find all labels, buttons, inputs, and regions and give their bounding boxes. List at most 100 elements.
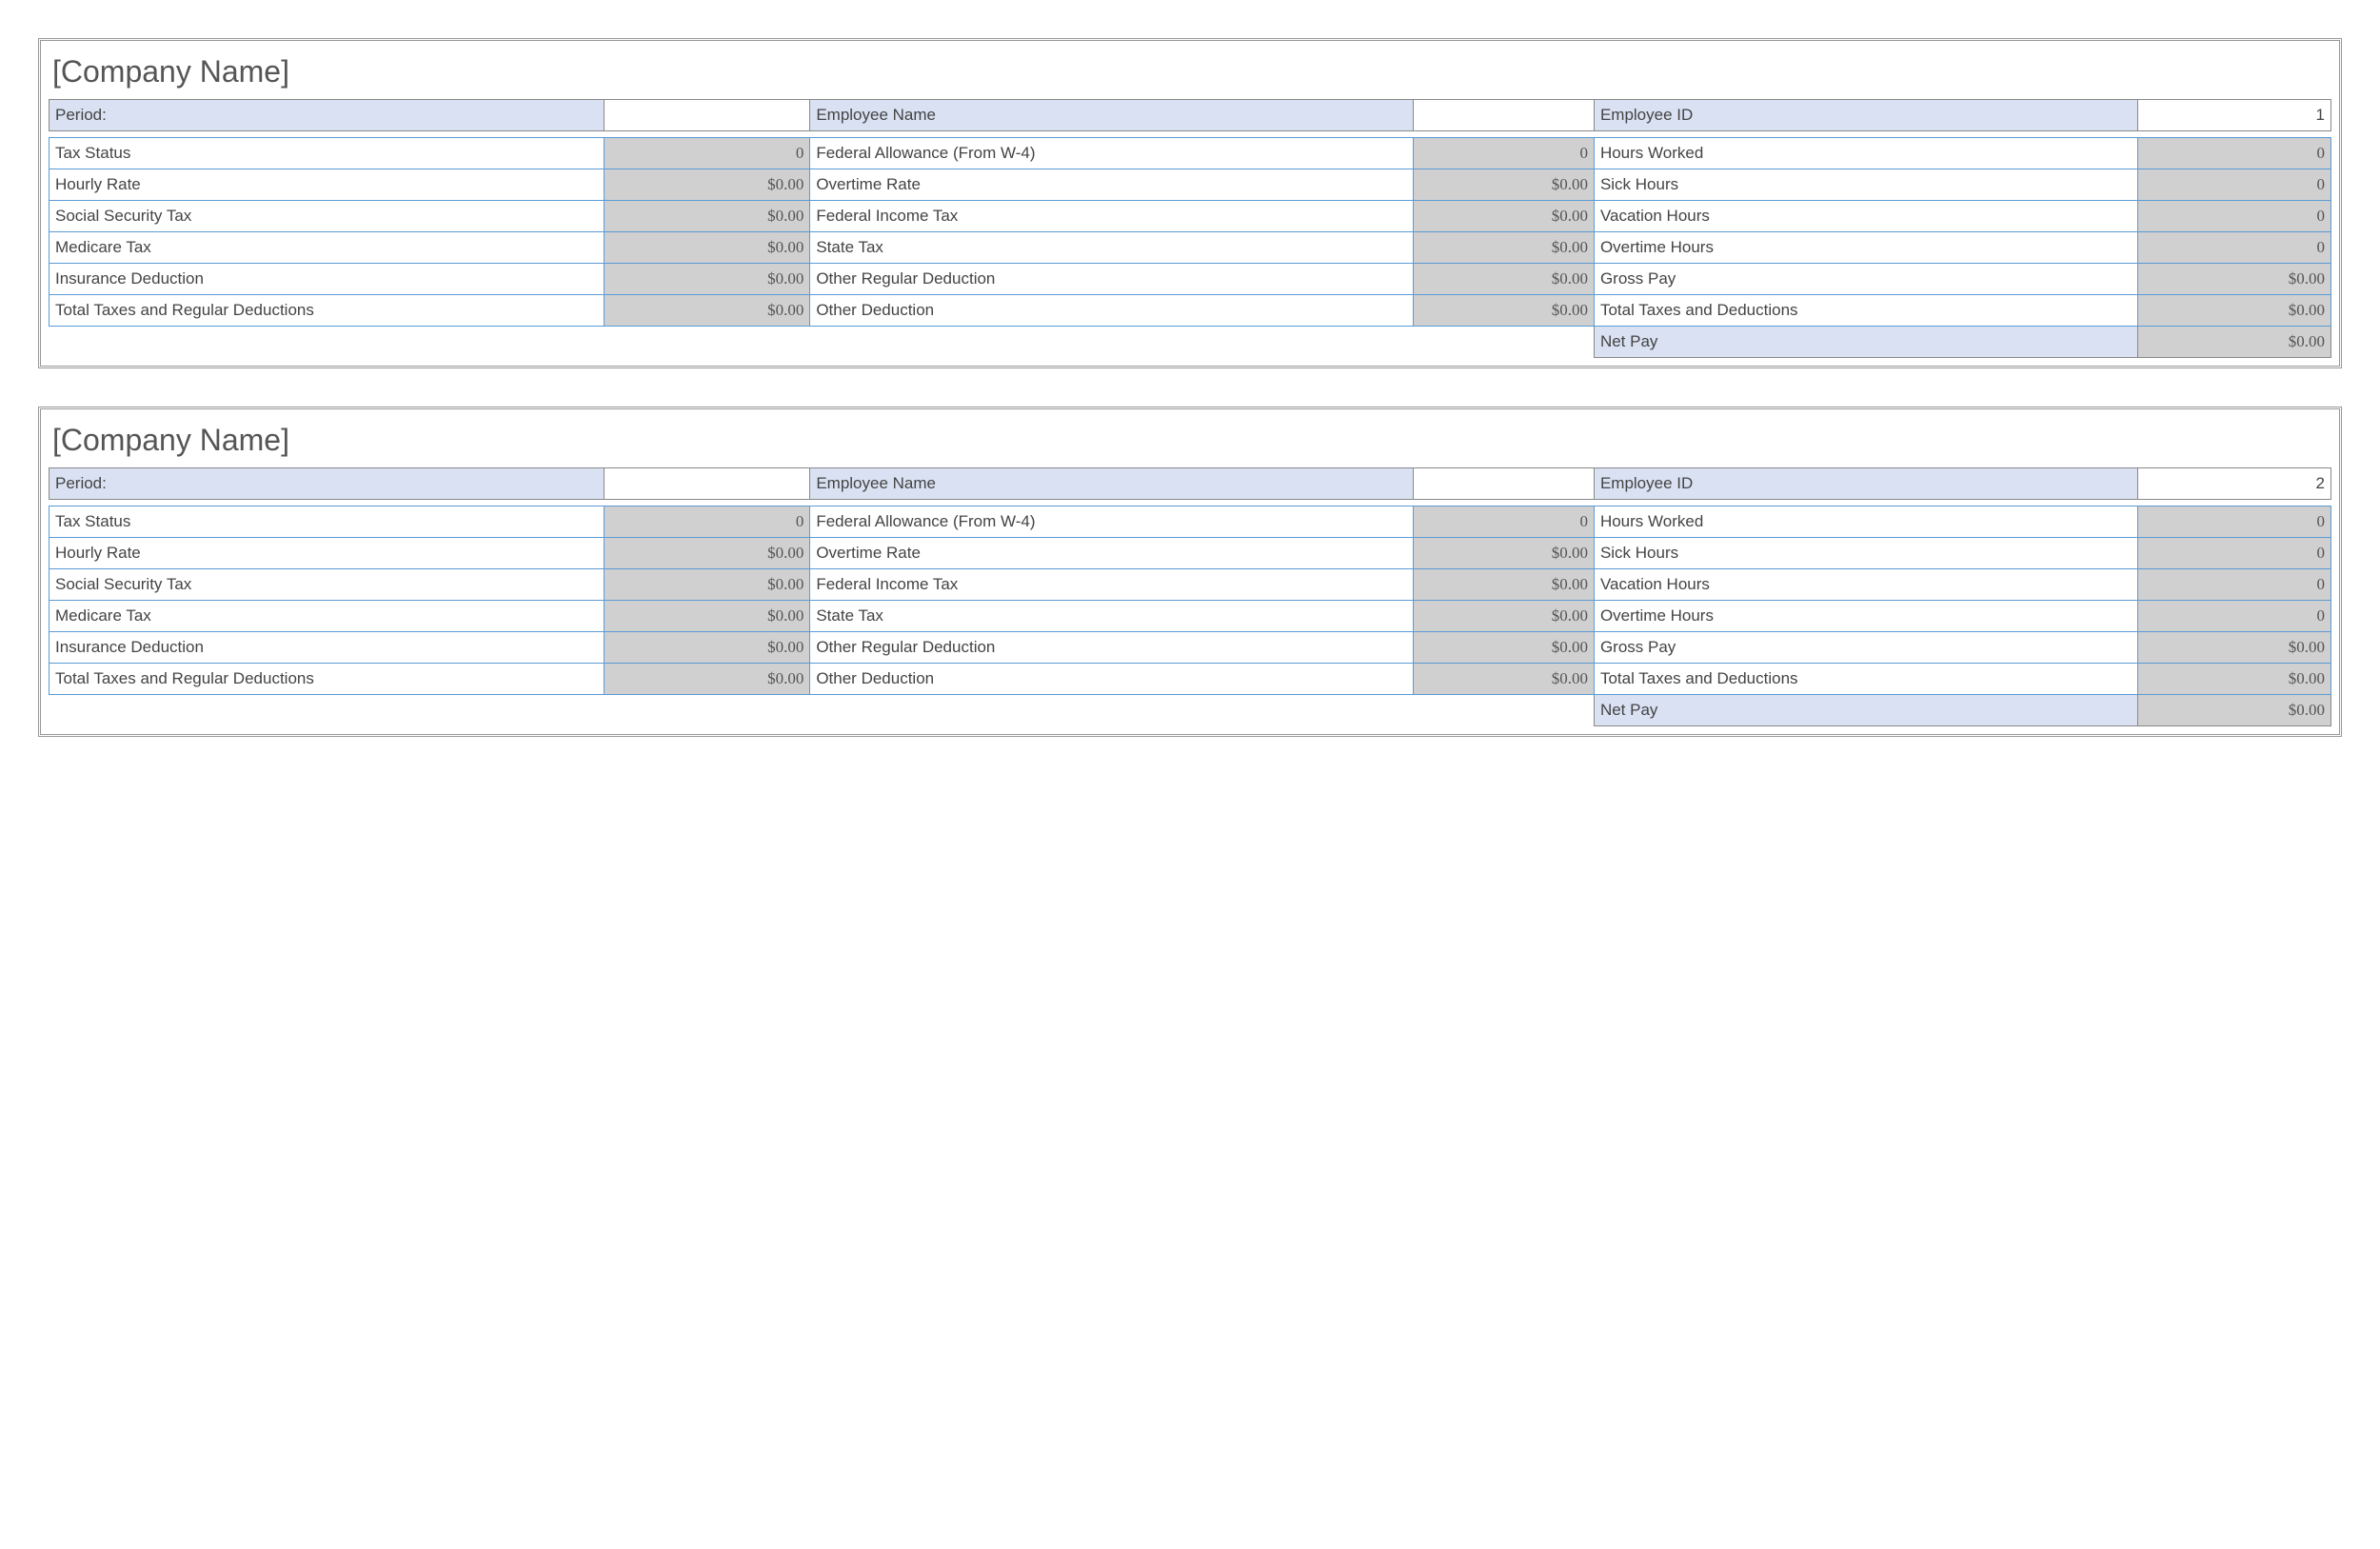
employee-id-label: Employee ID <box>1594 100 2137 131</box>
row-value-1[interactable]: $0.00 <box>604 632 809 664</box>
employee-id-label: Employee ID <box>1594 468 2137 500</box>
row-value-3[interactable]: $0.00 <box>2138 632 2331 664</box>
row-value-2[interactable]: $0.00 <box>1413 264 1594 295</box>
row-label-3: Overtime Hours <box>1594 232 2137 264</box>
table-row: Tax Status0Federal Allowance (From W-4)0… <box>50 506 2331 538</box>
paystub-table: Period:Employee NameEmployee ID1Tax Stat… <box>49 99 2331 358</box>
row-value-1[interactable]: $0.00 <box>604 201 809 232</box>
row-value-3[interactable]: 0 <box>2138 506 2331 538</box>
row-value-2[interactable]: 0 <box>1413 138 1594 169</box>
row-value-1[interactable]: 0 <box>604 506 809 538</box>
row-label-2: Overtime Rate <box>810 538 1414 569</box>
row-label-1: Insurance Deduction <box>50 632 605 664</box>
row-value-3[interactable]: 0 <box>2138 232 2331 264</box>
row-label-2: Other Deduction <box>810 664 1414 695</box>
row-value-2[interactable]: $0.00 <box>1413 569 1594 601</box>
row-label-3: Sick Hours <box>1594 538 2137 569</box>
row-label-3: Total Taxes and Deductions <box>1594 664 2137 695</box>
row-value-1[interactable]: $0.00 <box>604 169 809 201</box>
period-label: Period: <box>50 468 605 500</box>
row-label-3: Hours Worked <box>1594 138 2137 169</box>
row-label-2: Federal Allowance (From W-4) <box>810 506 1414 538</box>
row-label-1: Hourly Rate <box>50 169 605 201</box>
paystub-table: Period: Employee Name Employee ID2 Tax Stat… <box>49 467 2331 726</box>
row-value-2[interactable]: $0.00 <box>1413 632 1594 664</box>
row-label-3: Vacation Hours <box>1594 569 2137 601</box>
row-label-3: Sick Hours <box>1594 169 2137 201</box>
employee-id-value[interactable]: 1 <box>2138 100 2331 131</box>
row-label-2: Other Regular Deduction <box>810 632 1414 664</box>
row-label-1: Total Taxes and Regular Deductions <box>50 664 605 695</box>
row-label-2: State Tax <box>810 232 1414 264</box>
employee-name-label: Employee Name <box>810 468 1414 500</box>
company-name: [Company Name] <box>49 49 2331 99</box>
net-pay-label: Net Pay <box>1594 695 2137 726</box>
table-row: Medicare Tax$0.00State Tax$0.00Overtime … <box>50 601 2331 632</box>
net-pay-value[interactable]: $0.00 <box>2138 695 2331 726</box>
row-value-2[interactable]: $0.00 <box>1413 601 1594 632</box>
row-label-3: Hours Worked <box>1594 506 2137 538</box>
table-row: Insurance Deduction$0.00Other Regular De… <box>50 264 2331 295</box>
row-label-2: Overtime Rate <box>810 169 1414 201</box>
row-value-3[interactable]: $0.00 <box>2138 264 2331 295</box>
table-row: Total Taxes and Regular Deductions$0.00O… <box>50 664 2331 695</box>
row-label-3: Gross Pay <box>1594 632 2137 664</box>
row-label-1: Tax Status <box>50 138 605 169</box>
row-label-2: Federal Allowance (From W-4) <box>810 138 1414 169</box>
row-value-1[interactable]: $0.00 <box>604 601 809 632</box>
row-value-2[interactable]: $0.00 <box>1413 232 1594 264</box>
row-label-1: Insurance Deduction <box>50 264 605 295</box>
row-label-2: State Tax <box>810 601 1414 632</box>
company-name: [Company Name] <box>49 417 2331 467</box>
row-value-3[interactable]: $0.00 <box>2138 295 2331 327</box>
row-label-1: Hourly Rate <box>50 538 605 569</box>
row-label-2: Federal Income Tax <box>810 201 1414 232</box>
row-label-1: Social Security Tax <box>50 201 605 232</box>
table-row: Total Taxes and Regular Deductions$0.00O… <box>50 295 2331 327</box>
row-value-3[interactable]: 0 <box>2138 569 2331 601</box>
table-row: Social Security Tax$0.00Federal Income T… <box>50 569 2331 601</box>
row-label-1: Medicare Tax <box>50 232 605 264</box>
paystub: [Company Name]Period:Employee NameEmploy… <box>38 38 2342 368</box>
period-value[interactable] <box>604 468 809 500</box>
row-value-2[interactable]: $0.00 <box>1413 538 1594 569</box>
table-row: Insurance Deduction$0.00Other Regular De… <box>50 632 2331 664</box>
row-value-3[interactable]: $0.00 <box>2138 664 2331 695</box>
row-value-1[interactable]: $0.00 <box>604 664 809 695</box>
row-value-2[interactable]: $0.00 <box>1413 295 1594 327</box>
row-label-1: Tax Status <box>50 506 605 538</box>
row-value-1[interactable]: $0.00 <box>604 569 809 601</box>
table-row: Medicare Tax$0.00State Tax$0.00Overtime … <box>50 232 2331 264</box>
period-value[interactable] <box>604 100 809 131</box>
row-label-2: Other Deduction <box>810 295 1414 327</box>
row-value-2[interactable]: $0.00 <box>1413 169 1594 201</box>
row-value-2[interactable]: $0.00 <box>1413 201 1594 232</box>
period-label: Period: <box>50 100 605 131</box>
row-label-3: Vacation Hours <box>1594 201 2137 232</box>
row-value-3[interactable]: 0 <box>2138 169 2331 201</box>
row-label-3: Gross Pay <box>1594 264 2137 295</box>
row-value-1[interactable]: $0.00 <box>604 232 809 264</box>
paystub: [Company Name]Period: Employee Name Employ… <box>38 407 2342 737</box>
row-value-3[interactable]: 0 <box>2138 201 2331 232</box>
row-value-2[interactable]: $0.00 <box>1413 664 1594 695</box>
row-value-3[interactable]: 0 <box>2138 601 2331 632</box>
row-label-1: Total Taxes and Regular Deductions <box>50 295 605 327</box>
row-value-3[interactable]: 0 <box>2138 138 2331 169</box>
row-value-1[interactable]: $0.00 <box>604 538 809 569</box>
row-label-2: Federal Income Tax <box>810 569 1414 601</box>
row-label-3: Total Taxes and Deductions <box>1594 295 2137 327</box>
employee-name-value[interactable] <box>1413 468 1594 500</box>
net-pay-value[interactable]: $0.00 <box>2138 327 2331 358</box>
row-value-1[interactable]: $0.00 <box>604 264 809 295</box>
row-value-1[interactable]: $0.00 <box>604 295 809 327</box>
employee-id-value[interactable]: 2 <box>2138 468 2331 500</box>
row-value-2[interactable]: 0 <box>1413 506 1594 538</box>
table-row: Hourly Rate$0.00Overtime Rate$0.00Sick H… <box>50 169 2331 201</box>
table-row: Social Security Tax$0.00Federal Income T… <box>50 201 2331 232</box>
table-row: Tax Status0Federal Allowance (From W-4)0… <box>50 138 2331 169</box>
row-value-1[interactable]: 0 <box>604 138 809 169</box>
row-label-2: Other Regular Deduction <box>810 264 1414 295</box>
row-value-3[interactable]: 0 <box>2138 538 2331 569</box>
employee-name-value[interactable] <box>1413 100 1594 131</box>
